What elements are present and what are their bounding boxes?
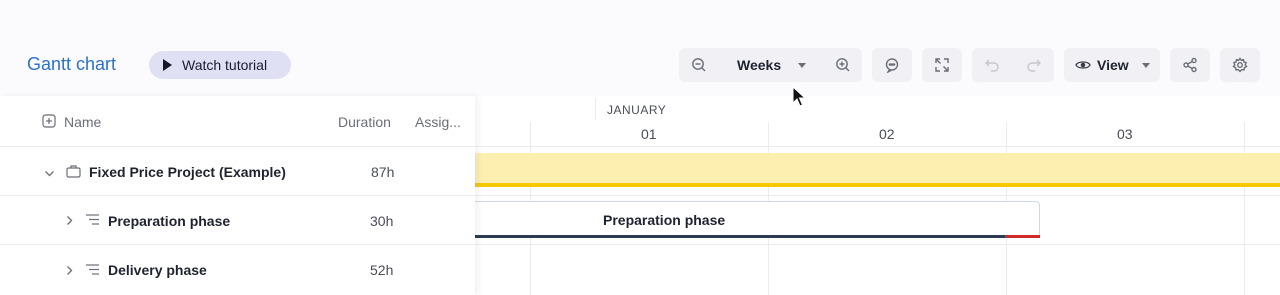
eye-icon — [1075, 57, 1091, 73]
timeline-day: 02 — [879, 126, 895, 142]
page-title: Gantt chart — [27, 54, 117, 74]
fullscreen-icon — [934, 57, 950, 73]
task-bar-label: Preparation phase — [603, 212, 726, 228]
share-button[interactable] — [1170, 48, 1210, 82]
task-duration: 87h — [371, 164, 395, 180]
project-bar[interactable] — [475, 153, 1280, 187]
view-menu-button[interactable]: View — [1064, 48, 1160, 82]
zoom-level-value: Weeks — [737, 57, 782, 73]
task-name[interactable]: Preparation phase — [108, 213, 230, 229]
watch-tutorial-label: Watch tutorial — [182, 57, 268, 73]
caret-down-icon — [1142, 63, 1150, 68]
task-duration: 52h — [370, 262, 394, 278]
undo-icon[interactable] — [984, 57, 1000, 73]
comment-button[interactable] — [872, 48, 912, 82]
play-icon — [163, 59, 172, 71]
column-header-duration[interactable]: Duration — [338, 114, 391, 130]
zoom-out-icon[interactable] — [691, 57, 707, 73]
chevron-right-icon[interactable] — [64, 263, 75, 281]
zoom-control: Weeks — [679, 48, 862, 82]
phase-icon — [85, 263, 100, 281]
task-bar-preparation-phase[interactable] — [475, 201, 1040, 238]
comment-icon — [884, 57, 900, 73]
chevron-right-icon[interactable] — [64, 213, 75, 231]
timeline-day: 03 — [1117, 126, 1133, 142]
timeline-day: 01 — [641, 126, 657, 142]
task-name[interactable]: Delivery phase — [108, 262, 207, 278]
settings-icon — [1232, 57, 1248, 73]
task-bar-overdue — [1005, 235, 1040, 238]
mouse-cursor-icon — [792, 86, 806, 107]
timeline-month: JANUARY — [607, 103, 667, 117]
task-name[interactable]: Fixed Price Project (Example) — [89, 164, 286, 180]
briefcase-icon — [66, 164, 81, 183]
zoom-in-icon[interactable] — [835, 57, 851, 73]
column-header-name[interactable]: Name — [64, 114, 101, 130]
watch-tutorial-button[interactable]: Watch tutorial — [149, 51, 291, 79]
settings-button[interactable] — [1220, 48, 1260, 82]
chevron-down-icon[interactable] — [44, 166, 55, 184]
caret-down-icon — [798, 62, 807, 68]
fullscreen-button[interactable] — [922, 48, 962, 82]
share-icon — [1182, 57, 1198, 73]
add-task-icon[interactable] — [42, 114, 56, 133]
timeline-area — [475, 96, 1280, 295]
task-bar-progress — [475, 235, 1005, 238]
redo-icon[interactable] — [1026, 57, 1042, 73]
task-duration: 30h — [370, 213, 394, 229]
column-header-assignee[interactable]: Assig... — [415, 114, 461, 130]
view-label: View — [1097, 57, 1129, 73]
zoom-level-select[interactable]: Weeks — [737, 57, 807, 73]
history-control — [972, 48, 1054, 82]
phase-icon — [85, 213, 100, 231]
